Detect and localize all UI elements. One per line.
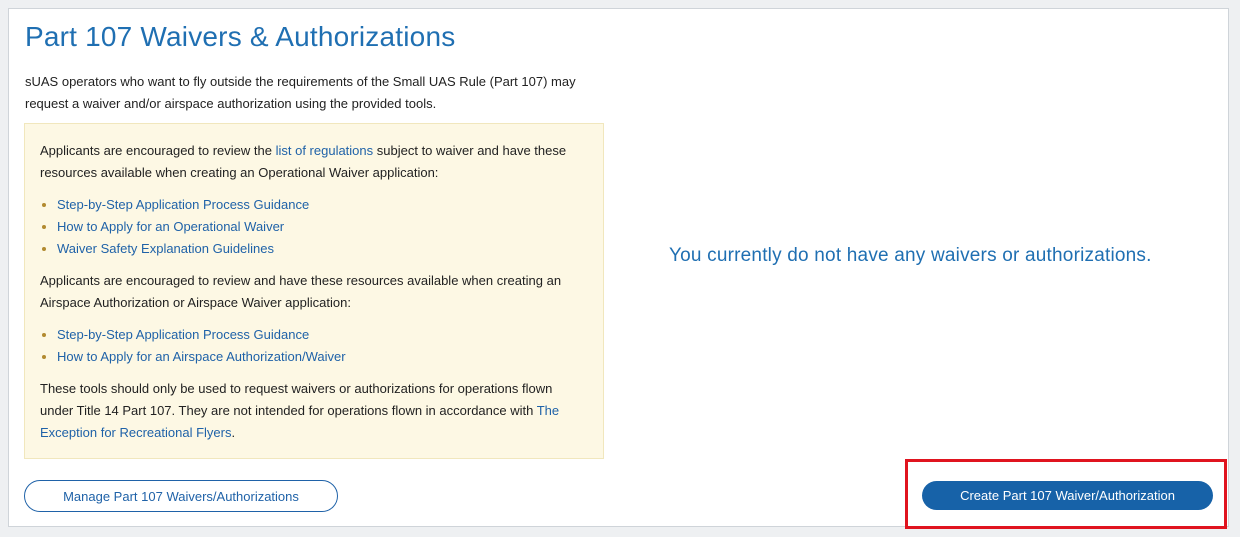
intro-text: sUAS operators who want to fly outside t… — [25, 74, 576, 111]
manage-waivers-button[interactable]: Manage Part 107 Waivers/Authorizations — [24, 480, 338, 512]
airspace-step-by-step-link[interactable]: Step-by-Step Application Process Guidanc… — [57, 327, 309, 342]
list-item: How to Apply for an Airspace Authorizati… — [57, 346, 588, 368]
notice-paragraph-1: Applicants are encouraged to review the … — [40, 140, 588, 184]
list-item: Waiver Safety Explanation Guidelines — [57, 238, 588, 260]
list-item: Step-by-Step Application Process Guidanc… — [57, 194, 588, 216]
list-item: Step-by-Step Application Process Guidanc… — [57, 324, 588, 346]
empty-state-message: You currently do not have any waivers or… — [669, 245, 1152, 266]
waivers-card: Part 107 Waivers & Authorizations sUAS o… — [8, 8, 1229, 527]
list-item: How to Apply for an Operational Waiver — [57, 216, 588, 238]
notice-text: These tools should only be used to reque… — [40, 381, 553, 418]
list-of-regulations-link[interactable]: list of regulations — [276, 143, 374, 158]
page-title: Part 107 Waivers & Authorizations — [25, 21, 456, 52]
resources-notice: Applicants are encouraged to review the … — [24, 123, 604, 459]
notice-text: . — [231, 425, 236, 440]
waiver-safety-guidelines-link[interactable]: Waiver Safety Explanation Guidelines — [57, 241, 274, 256]
operational-step-by-step-link[interactable]: Step-by-Step Application Process Guidanc… — [57, 197, 309, 212]
operational-resources-list: Step-by-Step Application Process Guidanc… — [40, 194, 588, 260]
notice-paragraph-2: Applicants are encouraged to review and … — [40, 273, 562, 310]
notice-text: Applicants are encouraged to review the — [40, 143, 276, 158]
airspace-how-to-apply-link[interactable]: How to Apply for an Airspace Authorizati… — [57, 349, 346, 364]
create-waiver-button[interactable]: Create Part 107 Waiver/Authorization — [922, 481, 1213, 510]
notice-paragraph-3: These tools should only be used to reque… — [40, 378, 588, 444]
operational-how-to-apply-link[interactable]: How to Apply for an Operational Waiver — [57, 219, 284, 234]
airspace-resources-list: Step-by-Step Application Process Guidanc… — [40, 324, 588, 368]
